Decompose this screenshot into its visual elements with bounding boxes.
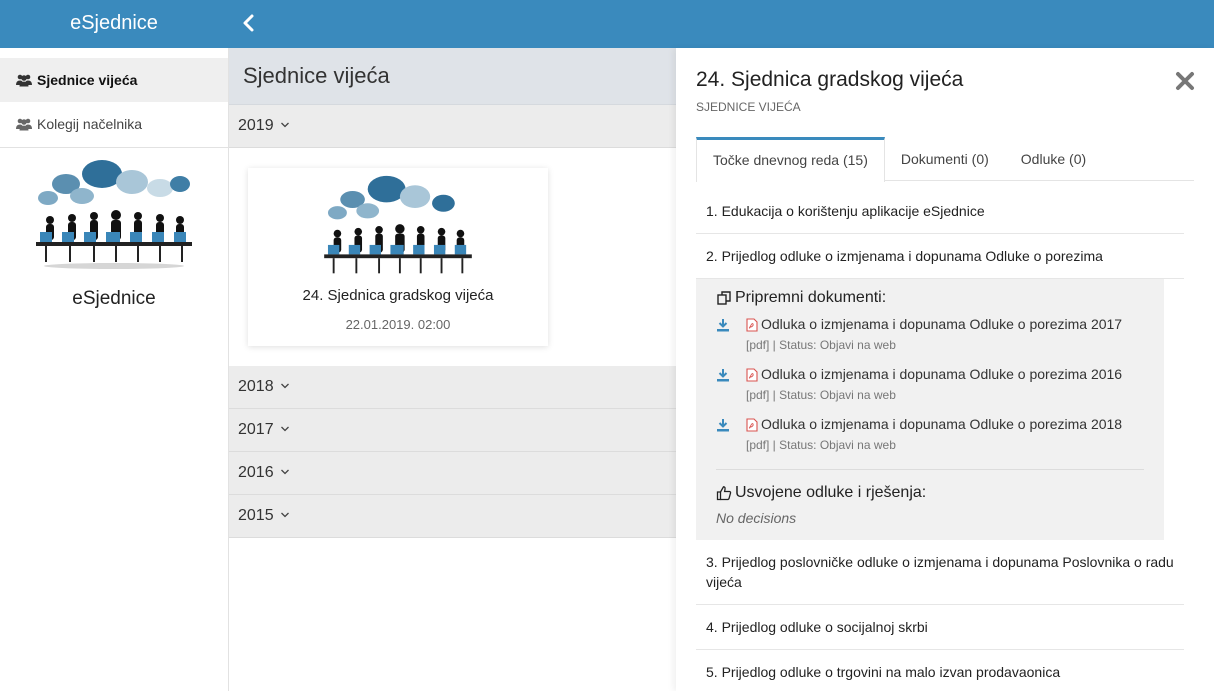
- session-detail-panel: 24. Sjednica gradskog vijeća SJEDNICE VI…: [676, 48, 1214, 691]
- document-link[interactable]: Odluka o izmjenama i dopunama Odluke o p…: [761, 366, 1122, 382]
- sidebar-divider: [0, 147, 228, 148]
- sidebar-app-name: eSjednice: [72, 288, 156, 309]
- sidebar-item-label: Sjednice vijeća: [37, 72, 138, 88]
- year-2019-content: 24. Sjednica gradskog vijeća 22.01.2019.…: [229, 148, 676, 366]
- document-link[interactable]: Odluka o izmjenama i dopunama Odluke o p…: [761, 316, 1122, 332]
- users-icon: [16, 118, 32, 131]
- year-label: 2019: [238, 117, 274, 134]
- agenda-item-details: Pripremni dokumenti: Odluka o izmjenama …: [696, 279, 1164, 540]
- section-heading-text: Usvojene odluke i rješenja:: [735, 484, 927, 501]
- document-meta: [pdf] | Status: Objavi na web: [746, 338, 896, 352]
- detail-subtitle: SJEDNICE VIJEĆA: [696, 100, 801, 114]
- chevron-down-icon: [281, 469, 290, 475]
- pdf-file-icon: [746, 368, 758, 382]
- section-divider: [716, 469, 1144, 470]
- agenda-item[interactable]: 3. Prijedlog poslovničke odluke o izmjen…: [696, 540, 1184, 605]
- meeting-logo-image: [36, 160, 192, 269]
- agenda-list: 1. Edukacija o korištenju aplikacije eSj…: [696, 189, 1184, 691]
- pdf-file-icon: [746, 418, 758, 432]
- year-group-2016[interactable]: 2016: [229, 452, 676, 495]
- agenda-item[interactable]: 5. Prijedlog odluke o trgovini na malo i…: [696, 650, 1184, 691]
- year-group-2018[interactable]: 2018: [229, 366, 676, 409]
- session-card-date: 22.01.2019. 02:00: [345, 317, 451, 332]
- sidebar-item-label: Kolegij načelnika: [37, 116, 143, 132]
- thumbs-up-icon: [716, 486, 732, 501]
- page-title: Sjednice vijeća: [229, 48, 676, 105]
- tab-dokumenti[interactable]: Dokumenti (0): [885, 137, 1005, 181]
- chevron-down-icon: [281, 122, 290, 128]
- session-card[interactable]: 24. Sjednica gradskog vijeća 22.01.2019.…: [248, 168, 548, 346]
- sidebar: Sjednice vijeća Kolegij načelnika eSjedn…: [0, 48, 229, 691]
- users-icon: [16, 74, 32, 87]
- year-group-2019[interactable]: 2019: [229, 105, 676, 148]
- document-row: Odluka o izmjenama i dopunama Odluke o p…: [716, 415, 1154, 465]
- document-meta: [pdf] | Status: Objavi na web: [746, 388, 896, 402]
- download-icon[interactable]: [716, 418, 730, 432]
- download-icon[interactable]: [716, 368, 730, 382]
- document-meta: [pdf] | Status: Objavi na web: [746, 438, 896, 452]
- session-card-title: 24. Sjednica gradskog vijeća: [302, 287, 494, 304]
- close-icon[interactable]: [1174, 70, 1196, 92]
- year-label: 2017: [238, 421, 274, 438]
- agenda-item[interactable]: 2. Prijedlog odluke o izmjenama i dopuna…: [696, 234, 1184, 279]
- download-icon[interactable]: [716, 318, 730, 332]
- sidebar-item-sjednice-vijeca[interactable]: Sjednice vijeća: [0, 58, 228, 102]
- agenda-item[interactable]: 1. Edukacija o korištenju aplikacije eSj…: [696, 189, 1184, 234]
- preparatory-documents-heading: Pripremni dokumenti:: [716, 289, 1154, 307]
- chevron-left-icon[interactable]: [240, 12, 258, 34]
- no-decisions-text: No decisions: [716, 510, 797, 526]
- chevron-down-icon: [281, 512, 290, 518]
- chevron-down-icon: [281, 426, 290, 432]
- tab-odluke[interactable]: Odluke (0): [1005, 137, 1102, 181]
- year-label: 2015: [238, 507, 274, 524]
- year-group-2017[interactable]: 2017: [229, 409, 676, 452]
- top-bar: eSjednice: [0, 0, 1214, 48]
- chevron-down-icon: [281, 383, 290, 389]
- adopted-decisions-heading: Usvojene odluke i rješenja:: [716, 484, 1154, 502]
- year-group-2015[interactable]: 2015: [229, 495, 676, 538]
- section-heading-text: Pripremni dokumenti:: [735, 289, 887, 306]
- year-label: 2016: [238, 464, 274, 481]
- tab-tocke-dnevnog-reda[interactable]: Točke dnevnog reda (15): [696, 137, 885, 182]
- year-label: 2018: [238, 378, 274, 395]
- sessions-list: Sjednice vijeća 2019 24. Sjednica gradsk…: [229, 48, 676, 691]
- document-row: Odluka o izmjenama i dopunama Odluke o p…: [716, 365, 1154, 415]
- detail-tabs: Točke dnevnog reda (15) Dokumenti (0) Od…: [696, 137, 1194, 182]
- document-row: Odluka o izmjenama i dopunama Odluke o p…: [716, 315, 1154, 365]
- document-link[interactable]: Odluka o izmjenama i dopunama Odluke o p…: [761, 416, 1122, 432]
- brand-title[interactable]: eSjednice: [0, 0, 228, 48]
- meeting-image: [324, 175, 472, 274]
- detail-title: 24. Sjednica gradskog vijeća: [696, 68, 964, 91]
- agenda-item[interactable]: 4. Prijedlog odluke o socijalnoj skrbi: [696, 605, 1184, 650]
- sidebar-item-kolegij-nacelnika[interactable]: Kolegij načelnika: [0, 102, 228, 146]
- pdf-file-icon: [746, 318, 758, 332]
- copy-icon: [717, 291, 731, 305]
